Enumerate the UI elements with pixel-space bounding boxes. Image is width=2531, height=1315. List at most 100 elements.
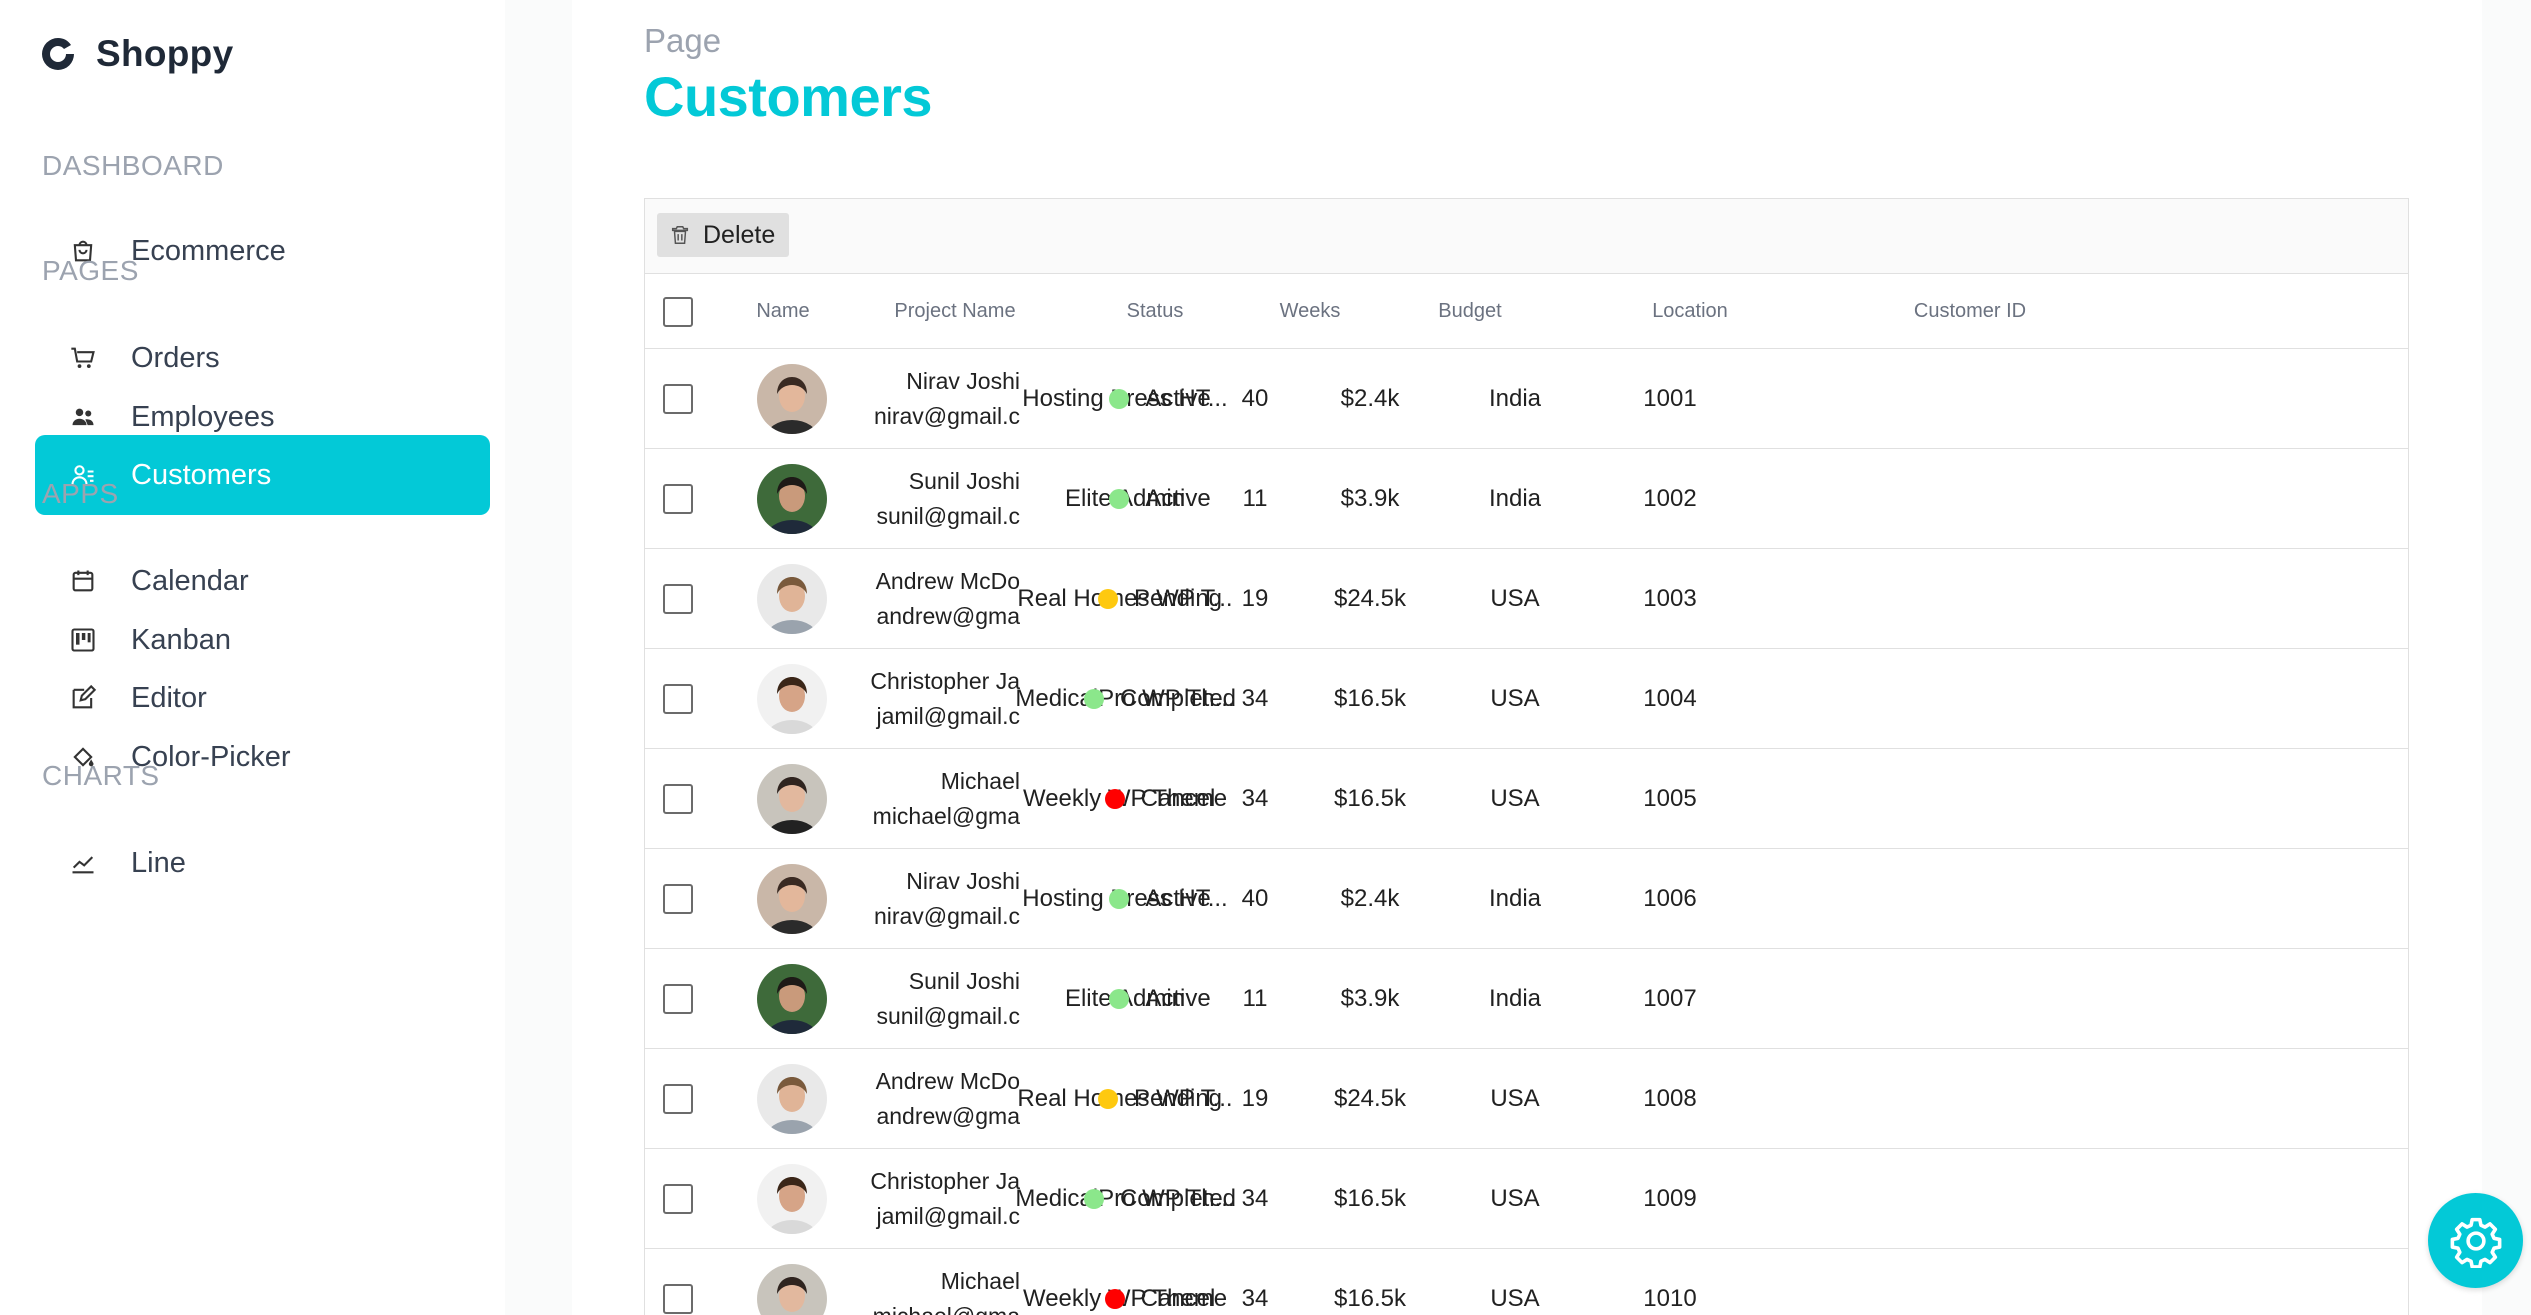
calendar-icon <box>63 561 103 601</box>
customer-name: Christopher Ja <box>870 668 1020 694</box>
customer-id: 1007 <box>1643 985 1697 1012</box>
location: India <box>1488 985 1542 1012</box>
location: USA <box>1490 1185 1540 1212</box>
avatar <box>757 664 827 734</box>
cart-icon <box>63 338 103 378</box>
table-row[interactable]: Nirav Joshi nirav@gmail.c Hosting Press HT… <box>645 349 2408 449</box>
table-row[interactable]: Sunil Joshi sunil@gmail.c Elite Admin Activ… <box>645 949 2408 1049</box>
select-all-checkbox[interactable] <box>663 296 693 327</box>
customer-email: andrew@gma <box>876 603 1020 629</box>
row-checkbox[interactable] <box>663 1284 693 1314</box>
budget: $16.5k <box>1333 1285 1407 1312</box>
weeks: 19 <box>1241 585 1269 612</box>
budget: $16.5k <box>1333 685 1407 712</box>
customer-email: andrew@gma <box>876 1103 1020 1129</box>
status-dot <box>1083 689 1104 709</box>
customer-name: Nirav Joshi <box>906 868 1020 894</box>
weeks: 40 <box>1241 885 1269 912</box>
table-row[interactable]: Christopher Ja jamil@gmail.c MedicalPro WP… <box>645 1149 2408 1249</box>
row-checkbox[interactable] <box>663 784 693 814</box>
avatar <box>757 1264 827 1315</box>
people-icon <box>63 397 103 437</box>
budget: $2.4k <box>1340 885 1400 912</box>
row-checkbox[interactable] <box>663 884 693 914</box>
sidebar-item-line[interactable]: Line <box>35 823 490 903</box>
row-checkbox[interactable] <box>663 384 693 414</box>
avatar-cell <box>749 1249 835 1315</box>
location: India <box>1488 385 1542 412</box>
row-checkbox[interactable] <box>663 684 693 714</box>
row-select-cell <box>645 1249 711 1315</box>
row-checkbox[interactable] <box>663 584 693 614</box>
customer-email: sunil@gmail.c <box>876 1003 1020 1029</box>
customer-name-cell: Michael michael@gma <box>870 749 1020 849</box>
column-header-location[interactable]: Location <box>1605 274 1775 349</box>
customer-name-cell: Christopher Ja jamil@gmail.c <box>870 649 1020 749</box>
status-dot <box>1109 489 1130 509</box>
avatar-cell <box>749 1149 835 1249</box>
column-header-customer-id[interactable]: Customer ID <box>1795 274 2145 349</box>
avatar-cell <box>749 449 835 549</box>
brand-logo[interactable]: Shoppy <box>38 28 233 80</box>
avatar <box>757 764 827 834</box>
weeks: 34 <box>1241 685 1269 712</box>
delete-button[interactable]: Delete <box>657 213 790 257</box>
location: USA <box>1490 785 1540 812</box>
weeks: 11 <box>1242 485 1268 512</box>
row-checkbox[interactable] <box>663 1084 693 1114</box>
weeks: 19 <box>1241 1085 1269 1112</box>
line-chart-icon <box>63 843 103 883</box>
status-dot <box>1109 389 1130 409</box>
avatar <box>757 364 827 434</box>
row-checkbox[interactable] <box>663 984 693 1014</box>
avatar-cell <box>749 949 835 1049</box>
customer-id: 1009 <box>1643 1185 1697 1212</box>
row-checkbox[interactable] <box>663 1184 693 1214</box>
customer-name-cell: Michael michael@gma <box>870 1249 1020 1315</box>
avatar-cell <box>749 549 835 649</box>
customer-email: michael@gma <box>873 1299 1020 1315</box>
sidebar-item-label: Calendar <box>131 564 249 597</box>
customer-name: Nirav Joshi <box>906 368 1020 394</box>
row-select-cell <box>645 449 711 549</box>
status-label: Active <box>1145 385 1211 412</box>
customer-name-cell: Sunil Joshi sunil@gmail.c <box>870 949 1020 1049</box>
customer-id: 1001 <box>1643 385 1697 412</box>
customer-name: Andrew McDo <box>875 568 1020 594</box>
customer-name: Michael <box>940 768 1020 794</box>
main-content: Page Customers Delete Name Project Name <box>572 0 2482 1315</box>
customer-name: Christopher Ja <box>870 1168 1020 1194</box>
column-header-budget[interactable]: Budget <box>1385 274 1555 349</box>
location: USA <box>1490 685 1540 712</box>
kanban-icon <box>63 620 103 660</box>
table-row[interactable]: Christopher Ja jamil@gmail.c MedicalPro WP… <box>645 649 2408 749</box>
table-row[interactable]: Andrew McDo andrew@gma Real Homes WP T... P… <box>645 549 2408 649</box>
avatar-cell <box>749 349 835 449</box>
section-title-charts: CHARTS <box>42 760 160 791</box>
sidebar-item-label: Orders <box>131 341 220 374</box>
table-row[interactable]: Michaelmichael@gmaWeekly WP ThemeCancel3… <box>645 1249 2408 1315</box>
settings-button[interactable] <box>2428 1193 2523 1288</box>
weeks: 11 <box>1242 985 1268 1012</box>
row-checkbox[interactable] <box>663 484 693 514</box>
table-row[interactable]: Sunil Joshi sunil@gmail.c Elite Admin Activ… <box>645 449 2408 549</box>
status-dot <box>1083 1189 1104 1209</box>
customer-name-cell: Christopher Ja jamil@gmail.c <box>870 1149 1020 1249</box>
sidebar-item-label: Line <box>131 846 186 879</box>
location: India <box>1488 485 1542 512</box>
column-header-name[interactable]: Name <box>711 274 855 349</box>
section-title-pages: PAGES <box>42 255 139 286</box>
row-select-cell <box>645 1049 711 1149</box>
customer-id: 1003 <box>1643 585 1697 612</box>
customer-email: sunil@gmail.c <box>876 503 1020 529</box>
shoppy-logo-icon <box>42 38 74 70</box>
table-row[interactable]: Andrew McDo andrew@gma Real Homes WP T... P… <box>645 1049 2408 1149</box>
table-row[interactable]: Michaelmichael@gmaWeekly WP ThemeCancel3… <box>645 749 2408 849</box>
sidebar: Shoppy DASHBOARD Ecommerce PAGES Orders Empl… <box>0 0 505 1315</box>
avatar <box>757 464 827 534</box>
budget: $2.4k <box>1340 385 1400 412</box>
customer-email: michael@gma <box>872 803 1020 829</box>
table-row[interactable]: Nirav Joshi nirav@gmail.c Hosting Press HT… <box>645 849 2408 949</box>
column-header-project-name[interactable]: Project Name <box>855 274 1055 349</box>
customer-name-cell: Andrew McDo andrew@gma <box>870 549 1020 649</box>
